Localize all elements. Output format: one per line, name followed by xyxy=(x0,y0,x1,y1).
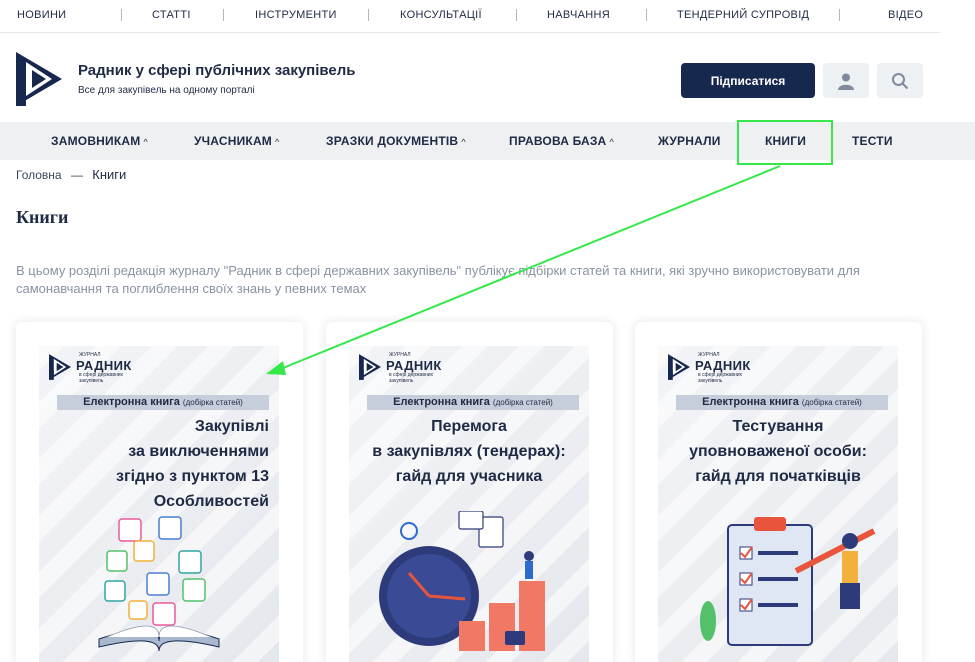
radnyk-logo-icon xyxy=(359,354,381,380)
chevron-up-icon: ^ xyxy=(609,137,614,147)
book-cover[interactable]: ЖУРНАЛ РАДНИК в сфері державних закупіве… xyxy=(349,346,589,662)
user-icon xyxy=(838,73,854,90)
book-title-line: Перемога xyxy=(431,418,507,435)
book-title: Перемога в закупівлях (тендерах): гайд д… xyxy=(349,414,589,489)
top-nav-tools[interactable]: ІНСТРУМЕНТИ xyxy=(255,9,337,21)
chevron-up-icon: ^ xyxy=(275,137,280,147)
top-nav: НОВИНИ СТАТТІ ІНСТРУМЕНТИ КОНСУЛЬТАЦІЇ Н… xyxy=(0,0,940,33)
book-title-line: в закупівлях (тендерах): xyxy=(372,443,566,460)
intro-text: В цьому розділі редакція журналу "Радник… xyxy=(16,263,860,296)
nav-document-samples[interactable]: ЗРАЗКИ ДОКУМЕНТІВ ^ xyxy=(326,134,466,148)
search-icon xyxy=(892,72,909,89)
cover-label: Електронна книга (добірка статей) xyxy=(57,395,269,410)
nav-participants[interactable]: УЧАСНИКАМ ^ xyxy=(194,134,279,148)
book-title-line: Тестування xyxy=(732,418,824,435)
cover-label-note: (добірка статей) xyxy=(182,398,243,407)
cover-brand-sub: в сфері державних закупівель xyxy=(698,372,743,384)
book-card[interactable]: ЖУРНАЛ РАДНИК в сфері державних закупіве… xyxy=(635,322,922,662)
breadcrumb: Головна — Книги xyxy=(16,167,126,182)
top-nav-articles[interactable]: СТАТТІ xyxy=(152,9,191,21)
cover-label-text: Електронна книга xyxy=(702,396,799,408)
nav-label: ЗРАЗКИ ДОКУМЕНТІВ xyxy=(326,134,459,148)
cover-label: Електронна книга (добірка статей) xyxy=(676,395,888,410)
book-title-line: згідно з пунктом 13 xyxy=(116,468,269,485)
top-nav-news[interactable]: НОВИНИ xyxy=(17,9,66,21)
nav-label: ЖУРНАЛИ xyxy=(658,134,721,148)
divider xyxy=(516,9,517,21)
page-title: Книги xyxy=(16,207,69,227)
nav-legal-base[interactable]: ПРАВОВА БАЗА ^ xyxy=(509,134,614,148)
book-illustration xyxy=(98,516,220,651)
nav-customers[interactable]: ЗАМОВНИКАМ ^ xyxy=(51,134,148,148)
book-title-line: за виключеннями xyxy=(128,443,269,460)
divider xyxy=(368,9,369,21)
book-title-line: Закупівлі xyxy=(194,418,269,435)
breadcrumb-separator: — xyxy=(70,168,83,182)
book-illustration xyxy=(700,517,876,646)
search-button[interactable] xyxy=(877,63,923,98)
cover-label-text: Електронна книга xyxy=(83,396,180,408)
subscribe-button[interactable]: Підписатися xyxy=(681,63,815,98)
top-nav-training[interactable]: НАВЧАННЯ xyxy=(547,9,610,21)
divider xyxy=(223,9,224,21)
book-title-line: гайд для початківців xyxy=(695,468,861,485)
book-cover[interactable]: ЖУРНАЛ РАДНИК в сфері державних закупіве… xyxy=(39,346,279,662)
book-cover[interactable]: ЖУРНАЛ РАДНИК в сфері державних закупіве… xyxy=(658,346,898,662)
nav-journals[interactable]: ЖУРНАЛИ xyxy=(658,134,721,148)
site-tagline: Все для закупівель на одному порталі xyxy=(78,85,255,96)
site-header: Радник у сфері публічних закупівель Все … xyxy=(0,34,975,122)
account-button[interactable] xyxy=(823,63,869,98)
book-illustration xyxy=(379,511,545,651)
nav-label: УЧАСНИКАМ xyxy=(194,134,273,148)
highlight-annotation xyxy=(737,120,833,165)
cover-label-note: (добірка статей) xyxy=(492,398,553,407)
site-logo[interactable] xyxy=(16,52,62,106)
top-nav-video[interactable]: ВІДЕО xyxy=(888,9,923,21)
radnyk-logo-icon xyxy=(668,354,690,380)
site-title[interactable]: Радник у сфері публічних закупівель xyxy=(78,62,356,79)
breadcrumb-current: Книги xyxy=(92,167,127,182)
cover-label-note: (добірка статей) xyxy=(801,398,862,407)
cover-brand: РАДНИК xyxy=(76,358,132,373)
divider xyxy=(839,9,840,21)
nav-label: ТЕСТИ xyxy=(852,134,893,148)
cover-brand-sub: в сфері державних закупівель xyxy=(389,372,434,384)
cover-label: Електронна книга (добірка статей) xyxy=(367,395,579,410)
book-title: Тестування уповноваженої особи: гайд для… xyxy=(658,414,898,489)
nav-label: ПРАВОВА БАЗА xyxy=(509,134,607,148)
nav-label: ЗАМОВНИКАМ xyxy=(51,134,141,148)
radnyk-logo-icon xyxy=(49,354,71,380)
book-card[interactable]: ЖУРНАЛ РАДНИК в сфері державних закупіве… xyxy=(326,322,613,662)
nav-tests[interactable]: ТЕСТИ xyxy=(852,134,893,148)
top-nav-tender-support[interactable]: ТЕНДЕРНИЙ СУПРОВІД xyxy=(677,9,809,21)
top-nav-consultations[interactable]: КОНСУЛЬТАЦІЇ xyxy=(400,9,482,21)
book-card[interactable]: ЖУРНАЛ РАДНИК в сфері державних закупіве… xyxy=(16,322,303,662)
divider xyxy=(646,9,647,21)
cover-label-text: Електронна книга xyxy=(393,396,490,408)
cover-brand: РАДНИК xyxy=(386,358,442,373)
cover-brand: РАДНИК xyxy=(695,358,751,373)
chevron-up-icon: ^ xyxy=(461,137,466,147)
cover-brand-sub: в сфері державних закупівель xyxy=(79,372,124,384)
divider xyxy=(121,9,122,21)
book-title-line: уповноваженої особи: xyxy=(689,443,867,460)
book-title-line: гайд для учасника xyxy=(395,468,543,485)
breadcrumb-home[interactable]: Головна xyxy=(16,168,62,182)
book-title: Закупівлі за виключеннями згідно з пункт… xyxy=(39,414,279,514)
chevron-up-icon: ^ xyxy=(143,137,148,147)
